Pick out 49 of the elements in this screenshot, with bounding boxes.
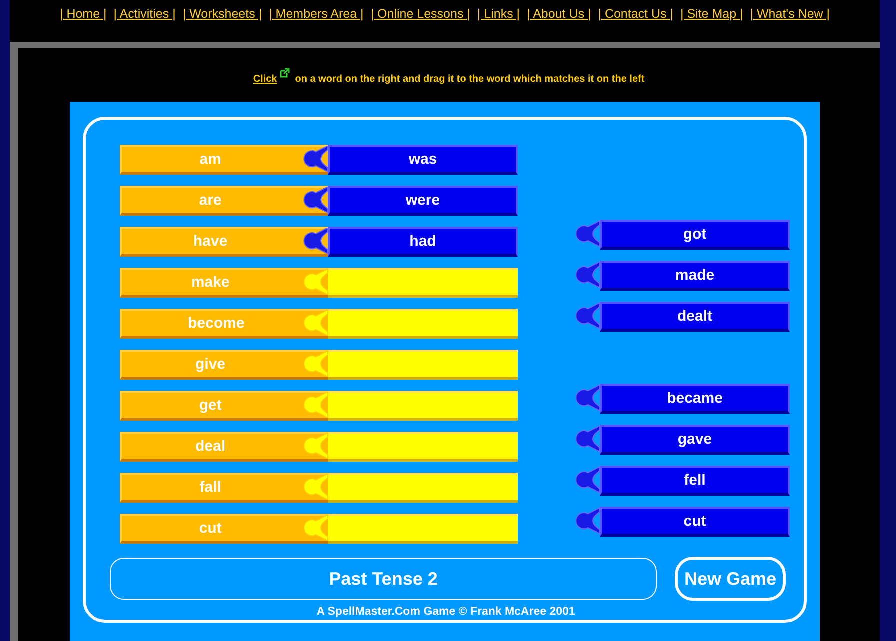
nav-link[interactable]: | Members Area | [269,7,364,42]
nav-link[interactable]: | What's New | [750,7,830,42]
word-tile[interactable]: made [600,261,790,291]
connector-icon [303,269,329,295]
word-tile[interactable]: dealt [600,302,790,332]
nav-link[interactable]: | Contact Us | [598,7,674,42]
connector-icon [575,385,601,411]
drop-slot[interactable] [328,514,518,544]
connector-icon [303,228,329,254]
drop-slot[interactable] [328,391,518,421]
nav-link[interactable]: | Site Map | [680,7,744,42]
connector-icon [303,392,329,418]
drop-slot[interactable] [328,473,518,503]
click-link[interactable]: Click [253,74,278,85]
word-tile[interactable]: cut [600,507,790,537]
drop-slot[interactable] [328,350,518,380]
drop-slot[interactable] [328,268,518,298]
drop-slot[interactable] [328,309,518,339]
word-tile[interactable]: gave [600,425,790,455]
game-title: Past Tense 2 [110,558,657,600]
connector-icon [575,426,601,452]
word-tile[interactable]: fell [600,466,790,496]
connector-icon [575,262,601,288]
word-tile[interactable]: got [600,220,790,250]
connector-icon [303,474,329,500]
nav-link[interactable]: | Links | [477,7,520,42]
connector-icon [575,303,601,329]
word-tile[interactable]: were [328,186,518,216]
nav-link[interactable]: | Home | [60,7,107,42]
word-tile[interactable]: had [328,227,518,257]
external-link-icon [280,68,290,78]
nav-link[interactable]: | Activities | [114,7,176,42]
connector-icon [303,187,329,213]
connector-icon [303,351,329,377]
connector-icon [303,433,329,459]
connector-icon [303,146,329,172]
connector-icon [575,221,601,247]
credit-text: A SpellMaster.Com Game © Frank McAree 2001 [316,606,576,618]
nav-link[interactable]: | Online Lessons | [370,7,470,42]
word-tile[interactable]: became [600,384,790,414]
nav-link[interactable]: | About Us | [527,7,592,42]
connector-icon [575,467,601,493]
drop-slot[interactable] [328,432,518,462]
connector-icon [575,508,601,534]
word-tile[interactable]: was [328,145,518,175]
connector-icon [303,310,329,336]
instruction-text: on a word on the right and drag it to the word which matches it on the left [295,74,645,85]
nav-link[interactable]: | Worksheets | [182,7,262,42]
connector-icon [303,515,329,541]
